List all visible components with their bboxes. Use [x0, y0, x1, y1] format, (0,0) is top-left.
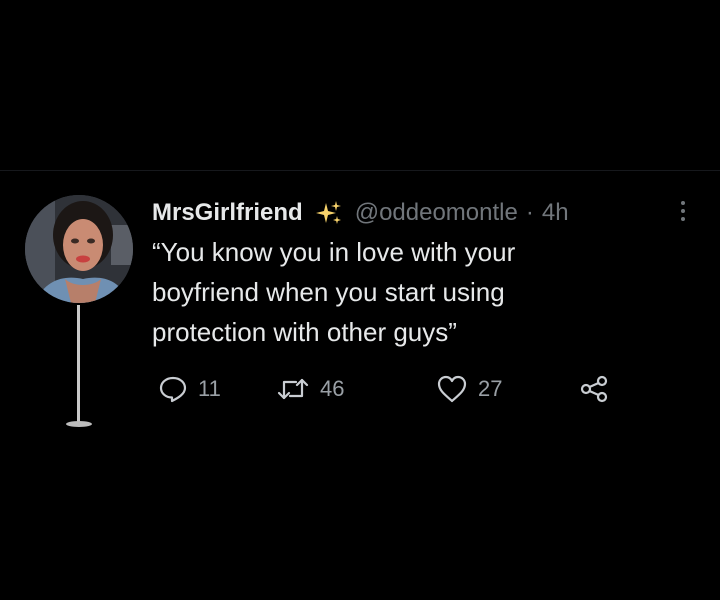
- display-name[interactable]: MrsGirlfriend: [152, 199, 303, 227]
- tweet-actions: 11 46 27: [158, 372, 628, 406]
- retweet-count: 46: [320, 376, 345, 401]
- reply-icon: [158, 374, 188, 404]
- thread-line: [77, 305, 80, 423]
- header-separator: ·: [525, 199, 534, 226]
- heart-icon: [436, 374, 468, 404]
- tweet-text-line: boyfriend when you start using: [152, 277, 505, 307]
- more-vertical-icon[interactable]: [678, 198, 688, 228]
- retweet-button[interactable]: 46: [276, 372, 344, 406]
- retweet-icon: [276, 374, 310, 404]
- thread-line-end: [66, 421, 92, 427]
- user-handle[interactable]: @oddeomontle: [355, 199, 518, 227]
- reply-count: 11: [198, 376, 221, 401]
- tweet-text-line: “You know you in love with your: [152, 237, 516, 267]
- tweet-header: MrsGirlfriend @oddeomontle · 4h: [152, 196, 569, 230]
- share-button[interactable]: [578, 372, 610, 406]
- tweet-text: “You know you in love with your boyfrien…: [152, 232, 652, 352]
- share-icon: [578, 374, 610, 404]
- sparkles-icon: [315, 199, 343, 227]
- tweet-text-line: protection with other guys”: [152, 317, 457, 347]
- avatar[interactable]: [25, 195, 133, 303]
- timestamp[interactable]: 4h: [542, 199, 569, 227]
- like-button[interactable]: 27: [436, 372, 502, 406]
- reply-button[interactable]: 11: [158, 372, 221, 406]
- like-count: 27: [478, 376, 503, 401]
